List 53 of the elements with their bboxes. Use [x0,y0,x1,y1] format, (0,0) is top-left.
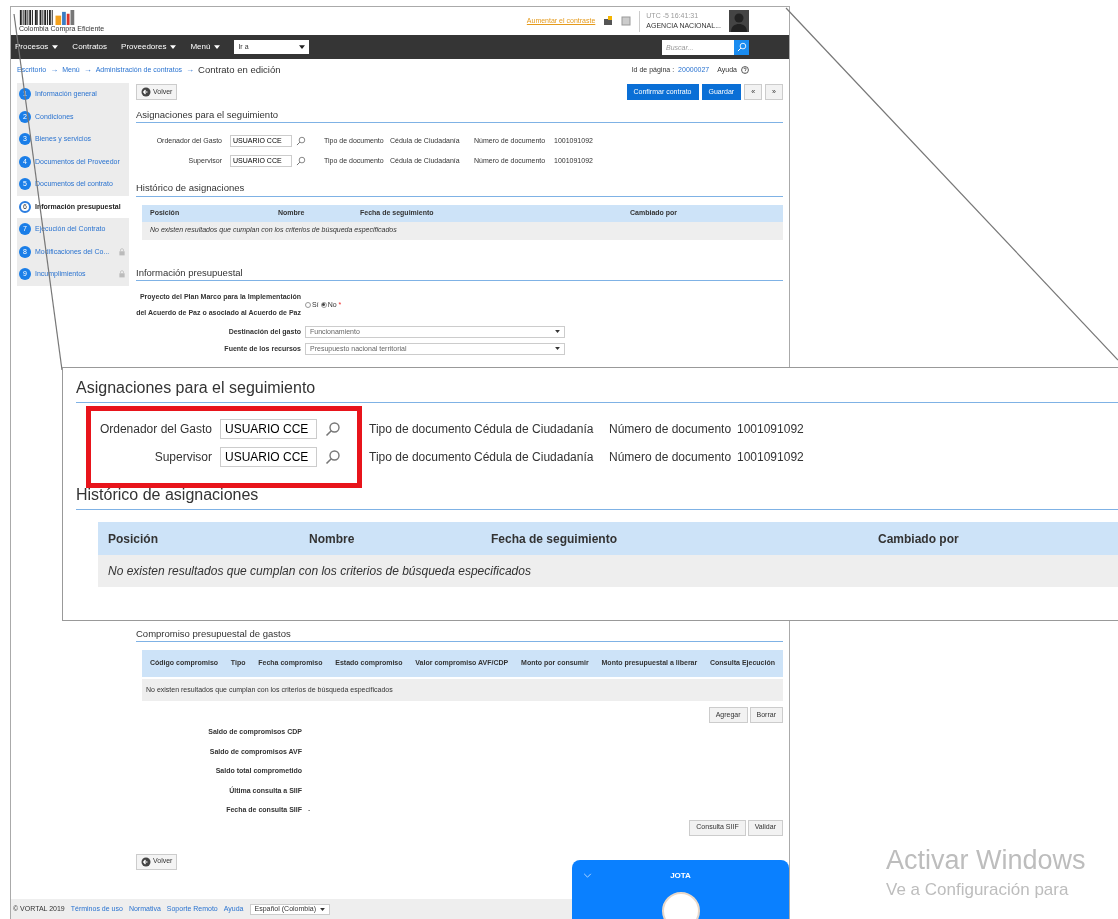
barcode-logo [19,10,77,25]
section-heading: Asignaciones para el seguimiento [76,376,1118,403]
column-header: Cambiado por [878,530,960,548]
breadcrumb-separator: → [50,64,59,76]
field-label: Tipo de documento [369,421,473,438]
field-label: Número de documento [609,421,733,438]
field-label: Número de documento [609,449,733,466]
back-arrow-icon [141,856,151,867]
caret-icon [214,45,221,49]
field-value: Cédula de Ciudadanía [474,421,595,438]
search-icon[interactable] [325,449,341,465]
nav-menu-item[interactable]: Procesos [15,41,59,53]
chat-title: JOTA [670,870,691,882]
page-title: Contrato en edición [198,62,281,77]
search-icon[interactable] [296,156,306,167]
text-field[interactable]: USUARIO CCE [220,447,317,467]
section-heading: Histórico de asignaciones [136,181,783,197]
caret-icon [299,45,306,49]
caret-icon [52,45,59,49]
os-notice-text: Ve a Configuración para [886,879,1070,901]
empty-message: No existen resultados que cumplan con los criterios de búsqueda especificados [98,555,1118,587]
nav-menu-item[interactable]: Contratos [72,41,108,53]
caret-icon [555,330,560,334]
section-heading: Histórico de asignaciones [76,483,1118,510]
field-value: 1001091092 [737,421,804,438]
radio-button[interactable] [320,301,327,308]
section-heading: Información presupuestal [136,265,783,281]
field-label: Supervisor [153,449,213,466]
help-icon[interactable] [741,66,749,74]
text-field[interactable]: USUARIO CCE [220,419,317,439]
field-value: Cédula de Ciudadanía [474,449,595,466]
search-icon[interactable] [325,421,341,437]
field-label: Ordenador del Gasto [98,421,213,438]
caret-icon [320,907,325,911]
bot-avatar [661,892,700,919]
document-icon[interactable] [603,16,614,26]
nav-menu-item[interactable]: Menú [190,41,221,53]
column-header: Posición [108,530,159,548]
field-label: Tipo de documento [369,449,473,466]
back-arrow-icon [141,87,151,97]
search-icon[interactable] [296,136,306,147]
breadcrumb-separator: → [83,64,92,76]
os-notice-title: Activar Windows [886,844,1086,877]
column-header: Fecha de seguimiento [491,530,619,548]
caret-icon [555,347,560,351]
column-header: Nombre [308,530,356,548]
section-heading: Asignaciones para el seguimiento [136,108,783,124]
breadcrumb-separator: → [186,64,195,76]
field-value: 1001091092 [737,449,804,466]
radio-button[interactable] [305,301,311,308]
nav-menu-item[interactable]: Proveedores [121,41,177,53]
section-heading: Compromiso presupuestal de gastos [136,626,783,642]
caret-icon [170,45,177,49]
